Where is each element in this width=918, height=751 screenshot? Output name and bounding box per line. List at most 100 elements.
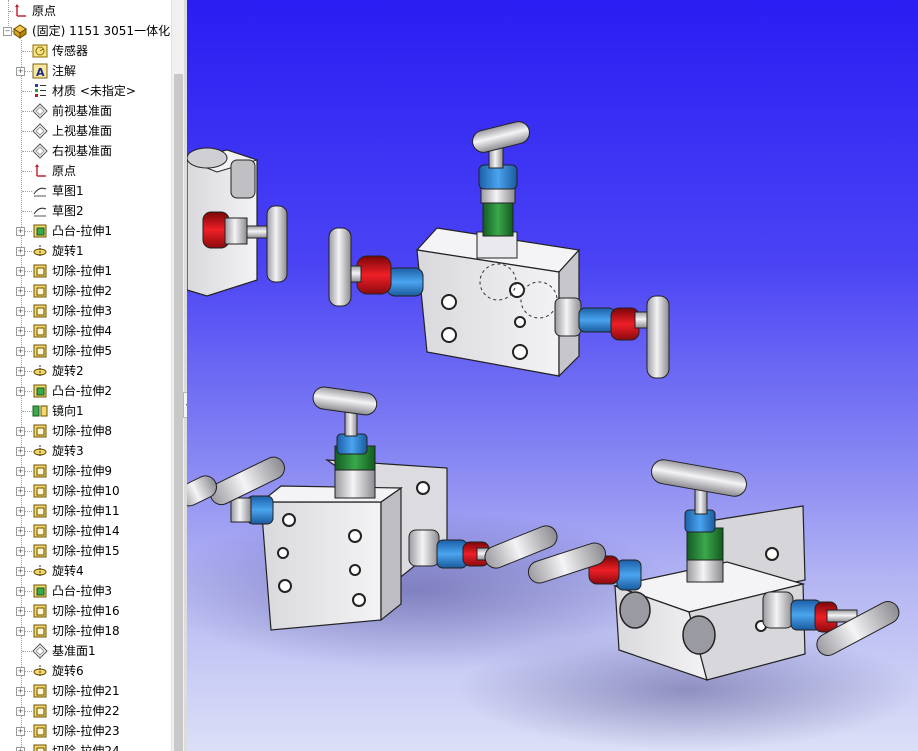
- tree-item[interactable]: 原点: [0, 1, 171, 21]
- feature-manager-tree[interactable]: 原点 − (固定) 1151 3051一体化阝 传感器 + A 注解 材质 <未指定> 前视基准…: [0, 0, 171, 751]
- tree-item-label: 切除-拉伸5: [52, 344, 112, 358]
- cut-extrude-icon: [32, 723, 48, 739]
- tree-item[interactable]: + 切除-拉伸5: [0, 341, 171, 361]
- cut-extrude-icon: [32, 343, 48, 359]
- expand-toggle[interactable]: +: [16, 227, 25, 236]
- tree-item-label: 基准面1: [52, 644, 96, 658]
- tree-item[interactable]: + 切除-拉伸18: [0, 621, 171, 641]
- tree-item[interactable]: + 切除-拉伸15: [0, 541, 171, 561]
- expand-toggle[interactable]: +: [16, 327, 25, 336]
- tree-item-label: 旋转4: [52, 564, 84, 578]
- tree-item[interactable]: 上视基准面: [0, 121, 171, 141]
- part-icon: [12, 23, 28, 39]
- tree-item[interactable]: + 切除-拉伸21: [0, 681, 171, 701]
- tree-item-label: 原点: [52, 164, 77, 178]
- expand-toggle[interactable]: +: [16, 507, 25, 516]
- expand-toggle[interactable]: +: [16, 267, 25, 276]
- sensor-icon: [32, 43, 48, 59]
- tree-item-label: 切除-拉伸3: [52, 304, 112, 318]
- tree-connector: [22, 51, 32, 52]
- tree-item[interactable]: + 切除-拉伸2: [0, 281, 171, 301]
- tree-scrollbar-thumb[interactable]: [174, 74, 183, 751]
- expand-toggle[interactable]: +: [16, 567, 25, 576]
- expand-toggle[interactable]: +: [16, 727, 25, 736]
- plane-icon: [32, 643, 48, 659]
- boss-extrude-icon: [32, 383, 48, 399]
- tree-item-label: 切除-拉伸14: [52, 524, 120, 538]
- tree-item[interactable]: + 旋转3: [0, 441, 171, 461]
- tree-item[interactable]: + 凸台-拉伸1: [0, 221, 171, 241]
- tree-item[interactable]: + 凸台-拉伸2: [0, 381, 171, 401]
- tree-item[interactable]: 传感器: [0, 41, 171, 61]
- tree-item[interactable]: + 切除-拉伸9: [0, 461, 171, 481]
- tree-item-label: 切除-拉伸9: [52, 464, 112, 478]
- tree-item[interactable]: 前视基准面: [0, 101, 171, 121]
- tree-item[interactable]: + 切除-拉伸8: [0, 421, 171, 441]
- expand-toggle[interactable]: +: [16, 427, 25, 436]
- expand-toggle[interactable]: −: [3, 27, 12, 36]
- tree-item[interactable]: 镜向1: [0, 401, 171, 421]
- expand-toggle[interactable]: +: [16, 367, 25, 376]
- tree-item[interactable]: 材质 <未指定>: [0, 81, 171, 101]
- tree-item[interactable]: + 切除-拉伸10: [0, 481, 171, 501]
- cut-extrude-icon: [32, 543, 48, 559]
- tree-item[interactable]: + 旋转6: [0, 661, 171, 681]
- tree-item[interactable]: + A 注解: [0, 61, 171, 81]
- plane-icon: [32, 103, 48, 119]
- tree-item[interactable]: 基准面1: [0, 641, 171, 661]
- expand-toggle[interactable]: +: [16, 487, 25, 496]
- tree-item-label: 草图2: [52, 204, 84, 218]
- tree-scrollbar[interactable]: [171, 0, 185, 751]
- expand-toggle[interactable]: +: [16, 627, 25, 636]
- tree-item-label: 切除-拉伸22: [52, 704, 120, 718]
- expand-toggle[interactable]: +: [16, 687, 25, 696]
- tree-connector: [22, 91, 32, 92]
- tree-item[interactable]: + 切除-拉伸23: [0, 721, 171, 741]
- cut-extrude-icon: [32, 463, 48, 479]
- graphics-viewport[interactable]: [187, 0, 918, 751]
- tree-item[interactable]: 右视基准面: [0, 141, 171, 161]
- expand-toggle[interactable]: +: [16, 387, 25, 396]
- expand-toggle[interactable]: +: [16, 747, 25, 751]
- expand-toggle[interactable]: +: [16, 707, 25, 716]
- expand-toggle[interactable]: +: [16, 667, 25, 676]
- expand-toggle[interactable]: +: [16, 67, 25, 76]
- expand-toggle[interactable]: +: [16, 287, 25, 296]
- expand-toggle[interactable]: +: [16, 247, 25, 256]
- expand-toggle[interactable]: +: [16, 547, 25, 556]
- tree-item-label: 切除-拉伸10: [52, 484, 120, 498]
- tree-item[interactable]: + 切除-拉伸24: [0, 741, 171, 751]
- tree-item[interactable]: − (固定) 1151 3051一体化阝: [0, 21, 171, 41]
- tree-connector: [22, 411, 32, 412]
- tree-item[interactable]: 草图2: [0, 201, 171, 221]
- tree-item-label: 切除-拉伸24: [52, 744, 120, 751]
- expand-toggle[interactable]: +: [16, 467, 25, 476]
- revolve-icon: [32, 563, 48, 579]
- tree-item[interactable]: + 切除-拉伸3: [0, 301, 171, 321]
- tree-item[interactable]: + 旋转4: [0, 561, 171, 581]
- cut-extrude-icon: [32, 603, 48, 619]
- tree-item[interactable]: + 切除-拉伸16: [0, 601, 171, 621]
- expand-toggle[interactable]: +: [16, 447, 25, 456]
- tree-item-label: 上视基准面: [52, 124, 113, 138]
- tree-item[interactable]: + 切除-拉伸11: [0, 501, 171, 521]
- expand-toggle[interactable]: +: [16, 607, 25, 616]
- tree-item[interactable]: + 切除-拉伸14: [0, 521, 171, 541]
- expand-toggle[interactable]: +: [16, 347, 25, 356]
- tree-item[interactable]: + 切除-拉伸1: [0, 261, 171, 281]
- tree-item[interactable]: 原点: [0, 161, 171, 181]
- expand-toggle[interactable]: +: [16, 307, 25, 316]
- tree-item[interactable]: + 切除-拉伸22: [0, 701, 171, 721]
- tree-item-label: (固定) 1151 3051一体化阝: [32, 24, 171, 38]
- tree-item[interactable]: + 旋转2: [0, 361, 171, 381]
- tree-item-label: 切除-拉伸15: [52, 544, 120, 558]
- tree-item[interactable]: + 切除-拉伸4: [0, 321, 171, 341]
- sketch-icon: [32, 183, 48, 199]
- tree-item[interactable]: + 凸台-拉伸3: [0, 581, 171, 601]
- expand-toggle[interactable]: +: [16, 527, 25, 536]
- annotation-icon: A: [32, 63, 48, 79]
- tree-item[interactable]: 草图1: [0, 181, 171, 201]
- revolve-icon: [32, 243, 48, 259]
- expand-toggle[interactable]: +: [16, 587, 25, 596]
- tree-item[interactable]: + 旋转1: [0, 241, 171, 261]
